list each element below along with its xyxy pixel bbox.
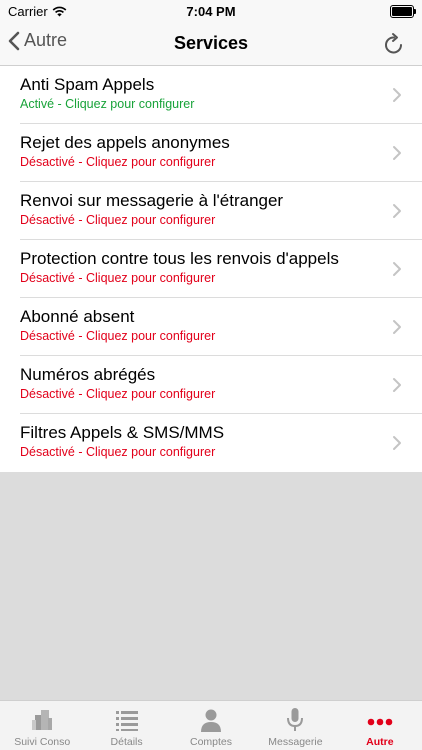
service-title: Rejet des appels anonymes bbox=[20, 133, 230, 152]
service-row[interactable]: Numéros abrégés Désactivé - Cliquez pour … bbox=[0, 356, 422, 414]
person-icon bbox=[201, 709, 222, 732]
navigation-bar: Autre Services bbox=[0, 22, 422, 66]
service-status: Désactivé - Cliquez pour configurer bbox=[20, 445, 216, 459]
service-row[interactable]: Renvoi sur messagerie à l'étranger Désact… bbox=[0, 182, 422, 240]
chevron-right-icon bbox=[393, 378, 401, 392]
service-status: Désactivé - Cliquez pour configurer bbox=[20, 387, 216, 401]
chevron-right-icon bbox=[393, 204, 401, 218]
refresh-button[interactable] bbox=[382, 32, 406, 56]
services-list: Anti Spam Appels Activé - Cliquez pour co… bbox=[0, 66, 422, 472]
status-bar: Carrier 7:04 PM bbox=[0, 0, 422, 22]
service-status: Désactivé - Cliquez pour configurer bbox=[20, 213, 216, 227]
chevron-right-icon bbox=[393, 436, 401, 450]
service-row[interactable]: Abonné absent Désactivé - Cliquez pour co… bbox=[0, 298, 422, 356]
service-row[interactable]: Anti Spam Appels Activé - Cliquez pour co… bbox=[0, 66, 422, 124]
microphone-icon bbox=[287, 708, 304, 731]
chevron-right-icon bbox=[393, 320, 401, 334]
chevron-right-icon bbox=[393, 88, 401, 102]
tab-label: Suivi Conso bbox=[14, 736, 71, 748]
refresh-icon bbox=[385, 33, 402, 54]
chevron-right-icon bbox=[393, 146, 401, 160]
service-title: Protection contre tous les renvois d'app… bbox=[20, 249, 339, 268]
tab-more-dots[interactable]: Autre bbox=[338, 701, 422, 750]
service-row[interactable]: Protection contre tous les renvois d'app… bbox=[0, 240, 422, 298]
buildings-icon bbox=[32, 710, 53, 730]
service-title: Abonné absent bbox=[20, 307, 135, 326]
tab-list[interactable]: Détails bbox=[84, 701, 168, 750]
tab-label: Autre bbox=[366, 736, 394, 748]
service-status: Activé - Cliquez pour configurer bbox=[20, 97, 195, 111]
service-title: Filtres Appels & SMS/MMS bbox=[20, 423, 225, 442]
chevron-right-icon bbox=[393, 262, 401, 276]
status-time: 7:04 PM bbox=[186, 4, 236, 19]
service-status: Désactivé - Cliquez pour configurer bbox=[20, 155, 216, 169]
service-row[interactable]: Filtres Appels & SMS/MMS Désactivé - Cliq… bbox=[0, 414, 422, 472]
more-dots-icon bbox=[367, 718, 393, 726]
page-title: Services bbox=[173, 33, 249, 53]
tab-bar: Suivi Conso Détails Comptes Messagerie Autre bbox=[0, 700, 422, 750]
tab-label: Messagerie bbox=[268, 736, 323, 748]
service-row[interactable]: Rejet des appels anonymes Désactivé - Cli… bbox=[0, 124, 422, 182]
tab-label: Détails bbox=[110, 736, 143, 748]
service-title: Numéros abrégés bbox=[20, 365, 156, 384]
service-status: Désactivé - Cliquez pour configurer bbox=[20, 329, 216, 343]
tab-microphone[interactable]: Messagerie bbox=[253, 701, 337, 750]
service-status: Désactivé - Cliquez pour configurer bbox=[20, 271, 216, 285]
tab-label: Comptes bbox=[190, 736, 233, 748]
service-title: Renvoi sur messagerie à l'étranger bbox=[20, 191, 284, 210]
service-title: Anti Spam Appels bbox=[20, 75, 155, 94]
tab-person[interactable]: Comptes bbox=[169, 701, 253, 750]
battery-icon bbox=[390, 5, 416, 18]
tab-buildings[interactable]: Suivi Conso bbox=[0, 701, 84, 750]
list-icon bbox=[115, 711, 138, 731]
